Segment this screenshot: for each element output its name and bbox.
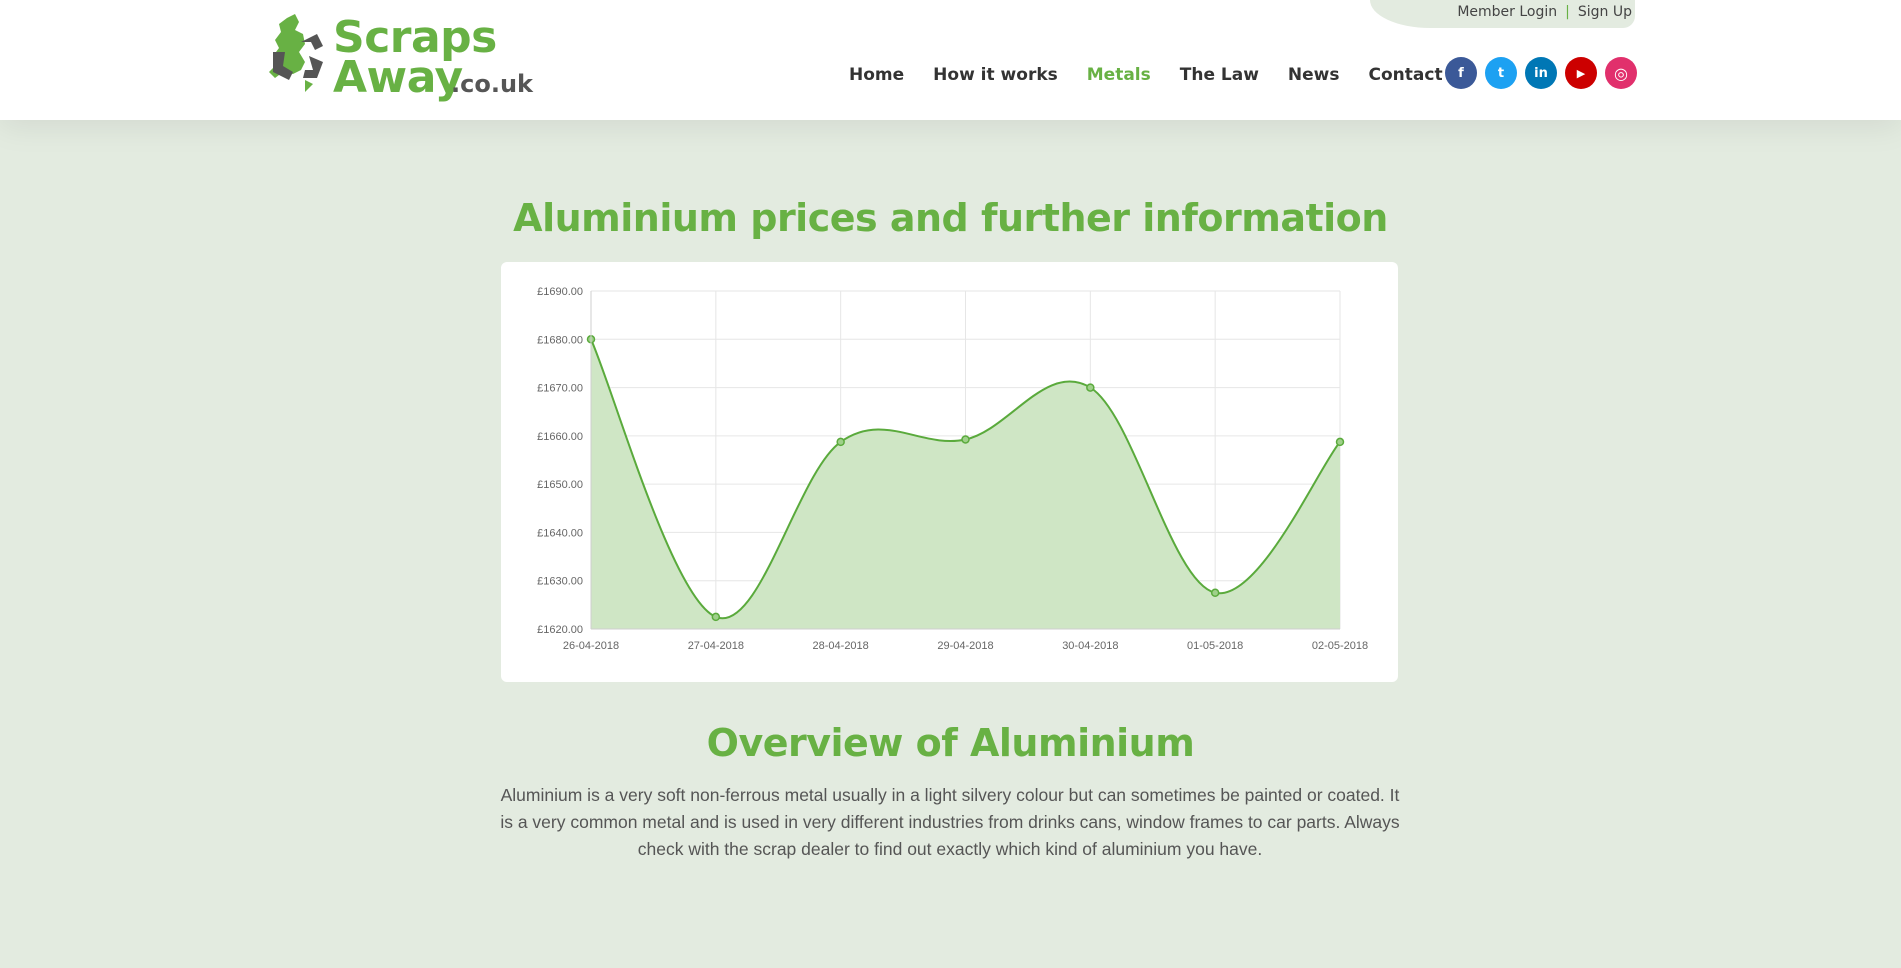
y-tick-label: £1680.00: [537, 334, 583, 346]
facebook-icon[interactable]: f: [1445, 57, 1477, 89]
x-tick-label: 30-04-2018: [1062, 640, 1118, 652]
y-tick-label: £1670.00: [537, 383, 583, 395]
y-tick-label: £1640.00: [537, 527, 583, 539]
member-login-link[interactable]: Member Login: [1457, 4, 1557, 20]
site-header: Member Login | Sign Up Scraps Away .co.u…: [0, 0, 1901, 120]
x-tick-label: 29-04-2018: [937, 640, 993, 652]
sign-up-link[interactable]: Sign Up: [1578, 4, 1632, 20]
data-point: [961, 435, 970, 444]
y-tick-label: £1660.00: [537, 431, 583, 443]
youtube-icon[interactable]: ▶: [1565, 57, 1597, 89]
price-chart-card: £1620.00 £1630.00 £1640.00 £1650.00 £1660.00…: [501, 262, 1398, 682]
overview-title: Overview of Aluminium: [706, 721, 1195, 765]
instagram-icon[interactable]: ◎: [1605, 57, 1637, 89]
nav-metals[interactable]: Metals: [1087, 65, 1151, 85]
nav-how-it-works[interactable]: How it works: [933, 65, 1058, 85]
linkedin-icon[interactable]: in: [1525, 57, 1557, 89]
price-chart: £1620.00 £1630.00 £1640.00 £1650.00 £1660.00…: [537, 286, 1368, 652]
nav-the-law[interactable]: The Law: [1180, 65, 1259, 85]
recycle-uk-logo-icon: [269, 14, 323, 92]
x-tick-label: 01-05-2018: [1187, 640, 1243, 652]
data-point: [711, 612, 721, 622]
overview-text: Aluminium is a very soft non-ferrous met…: [500, 785, 1400, 859]
x-tick-label: 26-04-2018: [563, 640, 619, 652]
social-links: f t in ▶ ◎: [1445, 57, 1637, 89]
nav-news[interactable]: News: [1288, 65, 1340, 85]
logo-away-text: Away: [333, 52, 463, 103]
y-tick-label: £1630.00: [537, 576, 583, 588]
data-point: [1086, 383, 1095, 392]
utility-separator: |: [1565, 4, 1570, 20]
data-point: [836, 437, 845, 447]
y-tick-label: £1690.00: [537, 286, 583, 298]
y-tick-label: £1620.00: [537, 624, 583, 636]
twitter-icon[interactable]: t: [1485, 57, 1517, 89]
data-point: [1335, 437, 1345, 447]
utility-links: Member Login | Sign Up: [1457, 3, 1632, 21]
logo-domain-suffix: .co.uk: [451, 70, 533, 98]
x-tick-label: 02-05-2018: [1312, 640, 1368, 652]
data-point: [1210, 588, 1220, 598]
page-title: Aluminium prices and further information: [513, 196, 1388, 240]
nav-home[interactable]: Home: [849, 65, 904, 85]
y-tick-label: £1650.00: [537, 479, 583, 491]
nav-contact[interactable]: Contact: [1369, 65, 1443, 85]
site-logo[interactable]: Scraps Away .co.uk: [265, 12, 535, 102]
x-tick-label: 28-04-2018: [813, 640, 869, 652]
main-nav: Home How it works Metals The Law News Co…: [849, 62, 1443, 88]
x-tick-label: 27-04-2018: [688, 640, 744, 652]
